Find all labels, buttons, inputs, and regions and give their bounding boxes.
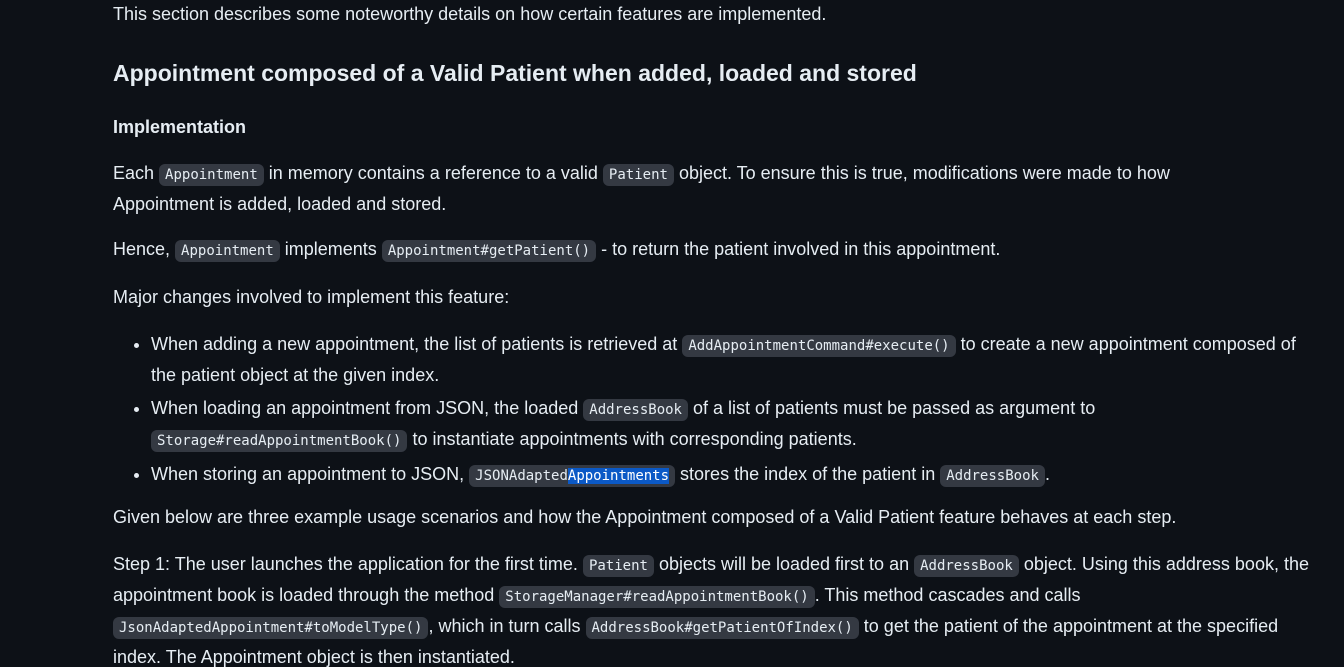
list-item: When storing an appointment to JSON, JSO…	[151, 460, 1301, 491]
paragraph-major-changes: Major changes involved to implement this…	[113, 287, 510, 307]
implementation-subheading: Implementation	[113, 117, 247, 137]
intro-paragraph: This section describes some noteworthy d…	[113, 4, 827, 24]
code-address-book: AddressBook	[940, 465, 1045, 487]
paragraph-given-below: Given below are three example usage scen…	[113, 507, 1177, 527]
document-page: This section describes some noteworthy d…	[0, 0, 1344, 667]
code-patient: Patient	[602, 164, 674, 186]
code-get-patient-of-index: AddressBook#getPatientOfIndex()	[585, 617, 859, 639]
code-get-patient: Appointment#getPatient()	[381, 240, 597, 262]
code-read-appointment-book: Storage#readAppointmentBook()	[151, 430, 408, 452]
code-json-adapted-appointments: JSONAdaptedAppointments	[469, 465, 676, 487]
paragraph-hence: Hence, Appointment implements Appointmen…	[113, 235, 1000, 266]
list-item: When adding a new appointment, the list …	[151, 330, 1301, 390]
paragraph-each-appointment: Each Appointment in memory contains a re…	[113, 163, 1170, 214]
code-address-book: AddressBook	[583, 399, 688, 421]
list-item: When loading an appointment from JSON, t…	[151, 394, 1301, 456]
code-appointment: Appointment	[159, 164, 264, 186]
code-json-to-model-type: JsonAdaptedAppointment#toModelType()	[113, 617, 429, 639]
section-heading: Appointment composed of a Valid Patient …	[113, 60, 917, 86]
code-appointment: Appointment	[175, 240, 280, 262]
code-add-appointment-execute: AddAppointmentCommand#execute()	[682, 335, 956, 357]
code-address-book: AddressBook	[914, 555, 1019, 577]
paragraph-step-1: Step 1: The user launches the applicatio…	[113, 554, 1309, 667]
code-patient: Patient	[582, 555, 654, 577]
selected-text: Appointments	[567, 468, 670, 484]
changes-list: When adding a new appointment, the list …	[113, 330, 1301, 495]
code-storage-manager-read: StorageManager#readAppointmentBook()	[499, 586, 815, 608]
